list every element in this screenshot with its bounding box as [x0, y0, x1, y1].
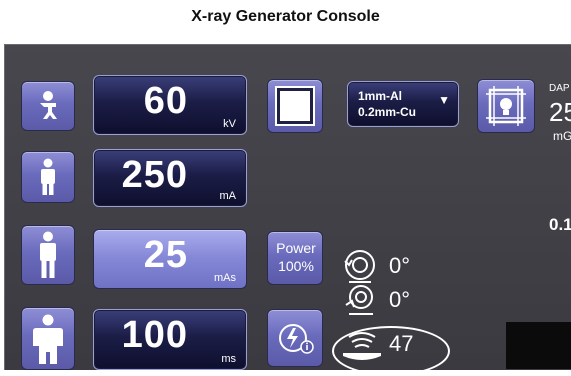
- patient-medium-button[interactable]: [21, 225, 75, 285]
- mas-value: 25: [143, 234, 188, 276]
- kv-value: 60: [143, 80, 188, 122]
- patient-large-button[interactable]: [21, 307, 75, 370]
- dap-value: 25: [549, 97, 571, 127]
- filter-line1: 1mm-Al: [358, 89, 403, 103]
- ms-unit: ms: [221, 353, 236, 365]
- mas-unit: mAs: [214, 272, 236, 284]
- stop-square-icon: [277, 88, 313, 124]
- ma-value-box[interactable]: 250 mA: [93, 149, 247, 207]
- ma-unit: mA: [219, 190, 237, 202]
- collimator-light-button[interactable]: [477, 79, 535, 133]
- power-label: Power: [276, 240, 316, 256]
- patient-child-icon: [40, 91, 57, 119]
- dap-secondary: 0.1: [549, 215, 571, 234]
- power-percent: 100%: [278, 258, 314, 274]
- patient-medium-icon: [40, 231, 56, 278]
- patient-child-button[interactable]: [21, 81, 75, 131]
- ms-value-box[interactable]: 100 ms: [93, 309, 247, 370]
- rotation-icon: [344, 250, 375, 283]
- stop-button[interactable]: [267, 79, 323, 133]
- ma-value: 250: [121, 154, 188, 196]
- dap-label: DAP: [549, 83, 570, 94]
- kv-value-box[interactable]: 60 kV: [93, 75, 247, 135]
- ms-value: 100: [121, 314, 188, 356]
- chevron-down-icon: ▼: [438, 93, 450, 107]
- tilt-readout: 0°: [389, 287, 411, 312]
- kv-unit: kV: [223, 118, 236, 130]
- filter-select[interactable]: 1mm-Al 0.2mm-Cu ▼: [347, 81, 459, 127]
- tilt-icon: [345, 285, 373, 315]
- power-button[interactable]: Power 100%: [267, 231, 323, 285]
- power-info-button[interactable]: [267, 309, 323, 367]
- dap-unit: mG: [553, 129, 571, 143]
- patient-small-button[interactable]: [21, 151, 75, 203]
- patient-small-icon: [41, 158, 55, 195]
- rotation-readout: 0°: [389, 253, 411, 278]
- collimator-light-icon: [486, 86, 526, 126]
- mas-value-box[interactable]: 25 mAs: [93, 229, 247, 289]
- console-screen: 60 kV 1mm-Al 0.2mm-Cu ▼ DAP 25 mG 250 mA…: [4, 44, 571, 370]
- power-info-icon: [279, 324, 314, 354]
- page-title: X-ray Generator Console: [191, 8, 380, 25]
- patient-large-icon: [33, 314, 63, 364]
- dark-panel: [506, 322, 571, 369]
- filter-line2: 0.2mm-Cu: [358, 105, 417, 119]
